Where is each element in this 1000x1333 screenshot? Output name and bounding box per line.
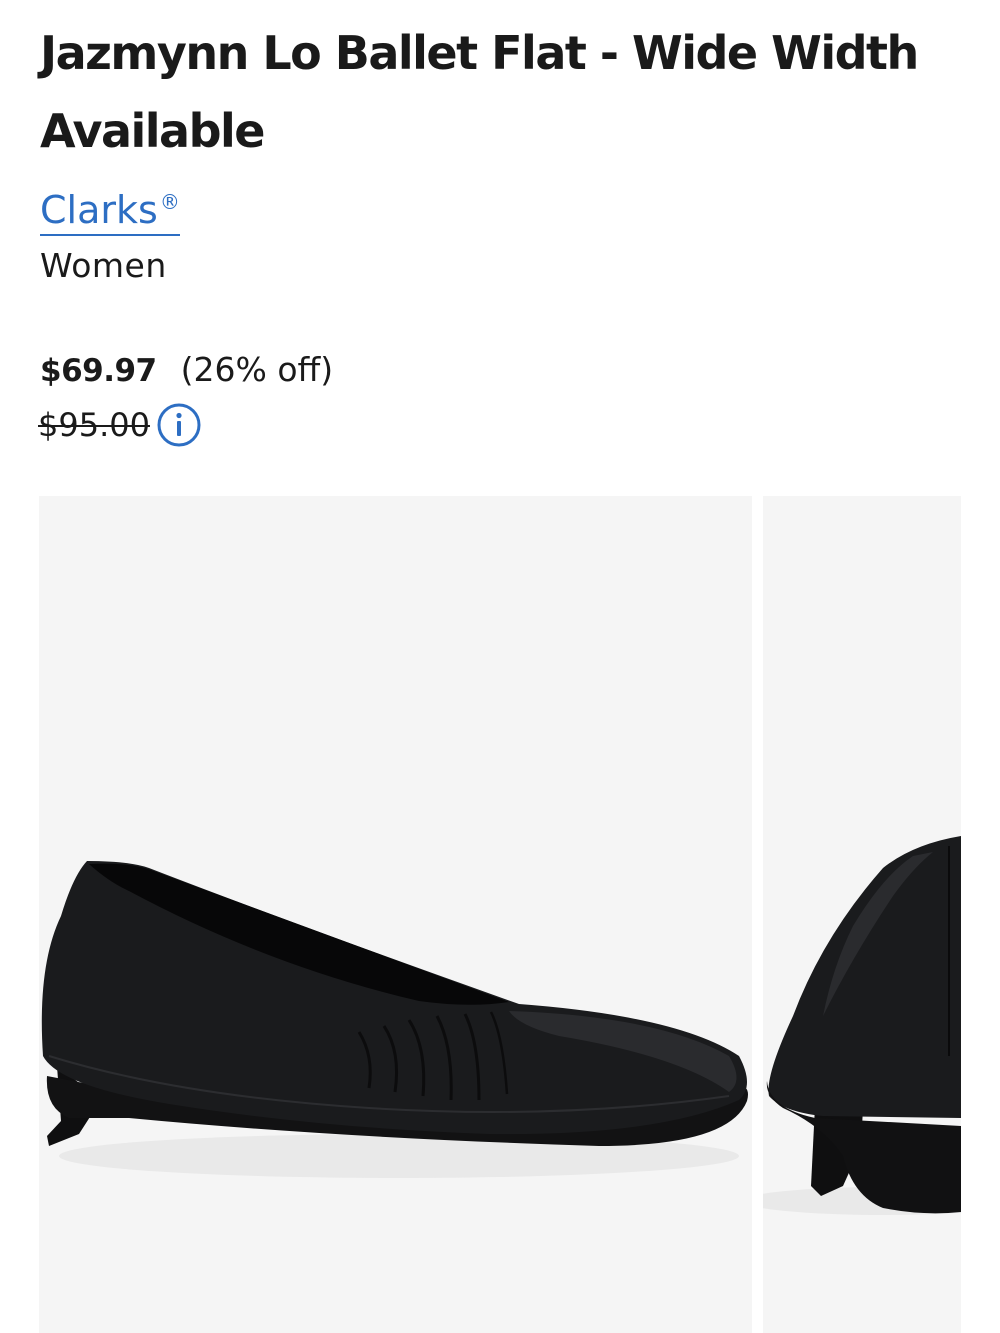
product-title: Jazmynn Lo Ballet Flat - Wide Width Avai… [40,26,919,158]
product-image-main[interactable] [39,496,752,1333]
original-price-row: $95.00 [38,402,202,448]
info-icon[interactable] [156,402,202,448]
ballet-flat-back-view [763,836,961,1215]
current-price: $69.97 [40,353,157,389]
product-image-gallery[interactable] [39,496,961,1333]
gender-label: Women [40,246,167,285]
discount-percent: (26% off) [180,350,334,389]
brand-name: Clarks [40,188,158,232]
registered-mark: ® [159,190,180,214]
brand-link[interactable]: Clarks ® [40,178,180,236]
product-image-next[interactable] [763,496,961,1333]
price-row: $69.97 (26% off) [40,350,333,389]
ballet-flat-side-view [41,861,749,1178]
original-price: $95.00 [38,406,150,444]
